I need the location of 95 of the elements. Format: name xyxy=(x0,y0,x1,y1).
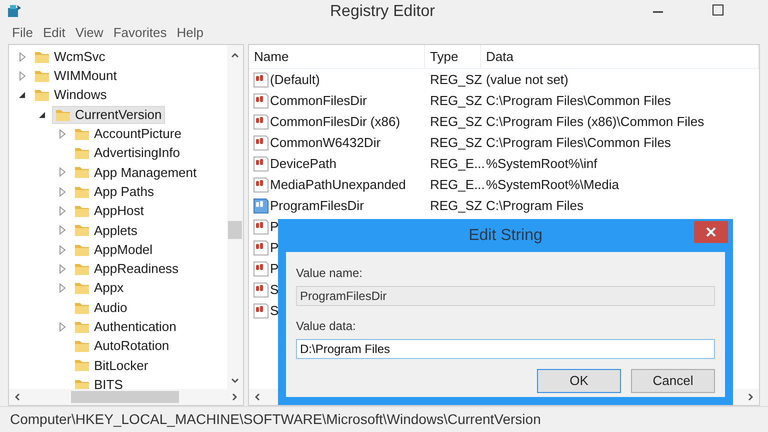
tree-item[interactable]: App Management xyxy=(72,163,199,182)
field-label: Value data: xyxy=(296,318,357,335)
string-value-icon xyxy=(253,260,269,276)
folder-icon xyxy=(74,320,90,334)
menu-item[interactable]: Favorites xyxy=(113,23,167,43)
string-value-icon xyxy=(253,134,269,150)
table-cell-text: REG_SZ xyxy=(429,70,481,89)
tree-item[interactable]: AppHost xyxy=(72,202,146,220)
tree-item[interactable]: AdvertisingInfo xyxy=(72,144,182,162)
maximize-icon[interactable] xyxy=(712,4,724,16)
menu-item[interactable]: Edit xyxy=(42,23,66,43)
table-cell-text: P xyxy=(270,238,279,257)
table-cell-text: DevicePath xyxy=(270,154,336,173)
string-value-icon xyxy=(253,282,269,298)
tree-item[interactable]: Audio xyxy=(72,298,130,316)
folder-icon xyxy=(55,108,71,122)
folder-icon xyxy=(74,281,90,296)
dialog-button[interactable]: Cancel xyxy=(631,369,715,393)
folder-icon xyxy=(74,165,90,180)
folder-icon xyxy=(74,262,90,276)
tree-item[interactable]: Windows xyxy=(32,86,109,104)
tree-item[interactable]: App Paths xyxy=(72,182,156,201)
menu-item[interactable]: File xyxy=(12,23,33,43)
table-cell-text: CommonW6432Dir xyxy=(270,134,381,152)
table-cell-text: %SystemRoot%\inf xyxy=(485,154,598,173)
menu-item[interactable]: Help xyxy=(176,23,204,43)
close-icon xyxy=(706,227,716,237)
tree-item[interactable]: AppReadiness xyxy=(72,260,181,278)
folder-icon xyxy=(74,204,90,218)
tree-item[interactable]: AccountPicture xyxy=(72,124,184,143)
value-name-field[interactable]: ProgramFilesDir xyxy=(296,286,715,306)
table-cell-text: C:\Program Files (x86)\Common Files xyxy=(485,112,704,131)
string-value-icon xyxy=(253,72,269,88)
table-cell-text: (value not set) xyxy=(485,70,568,89)
table-cell-text: CommonFilesDir (x86) xyxy=(270,112,400,131)
dialog-title: Edit String xyxy=(468,226,542,246)
tree-item[interactable]: CurrentVersion xyxy=(52,106,165,124)
tree-item[interactable]: Applets xyxy=(72,221,140,240)
column-header[interactable]: Data xyxy=(481,45,759,68)
table-cell-text: REG_SZ xyxy=(429,134,481,152)
scroll-thumb[interactable] xyxy=(228,221,242,239)
column-header[interactable]: Type xyxy=(425,45,481,68)
string-value-icon xyxy=(253,176,269,192)
string-value-icon xyxy=(253,302,269,318)
folder-icon xyxy=(74,300,90,314)
table-cell-text: C:\Program Files xyxy=(485,196,584,215)
folder-icon xyxy=(74,146,90,160)
table-cell-text: C:\Program Files\Common Files xyxy=(485,92,671,110)
status-bar-path: Computer\HKEY_LOCAL_MACHINE\SOFTWARE\Microsoft\Windows\CurrentVersion xyxy=(10,410,541,429)
window-title: Registry Editor xyxy=(330,2,435,22)
column-header[interactable]: Name xyxy=(249,45,425,68)
registry-app-icon xyxy=(6,3,22,19)
folder-icon xyxy=(74,242,90,257)
table-cell-text: ProgramFilesDir xyxy=(270,196,364,215)
tree-item[interactable]: AppModel xyxy=(72,240,155,259)
field-label: Value name: xyxy=(296,265,364,282)
string-value-icon xyxy=(253,240,269,256)
tree-item[interactable]: Authentication xyxy=(72,318,178,336)
table-cell-text: CommonFilesDir xyxy=(270,92,367,110)
menu-item[interactable]: View xyxy=(75,23,104,43)
string-value-icon xyxy=(253,92,269,108)
table-cell-text: REG_SZ xyxy=(429,196,481,215)
string-value-icon xyxy=(253,114,269,130)
folder-icon xyxy=(74,184,90,199)
folder-icon xyxy=(74,339,90,354)
tree-item[interactable]: WIMMount xyxy=(32,66,119,85)
tree-item[interactable]: WcmSvc xyxy=(32,48,108,66)
table-cell-text: S xyxy=(270,302,279,320)
table-cell-text: P xyxy=(270,260,279,278)
table-cell-text: C:\Program Files\Common Files xyxy=(485,134,671,152)
table-cell-text: REG_SZ xyxy=(429,112,481,131)
close-button[interactable] xyxy=(694,221,728,243)
tree-item[interactable]: BitLocker xyxy=(72,356,150,374)
table-cell-text: %SystemRoot%\Media xyxy=(485,176,619,194)
scroll-thumb[interactable] xyxy=(71,391,179,403)
folder-icon xyxy=(34,88,50,102)
string-value-icon xyxy=(253,198,269,214)
table-cell-text: MediaPathUnexpanded xyxy=(270,176,406,194)
folder-icon xyxy=(74,223,90,238)
horizontal-scrollbar[interactable] xyxy=(9,389,243,405)
dialog-button[interactable]: OK xyxy=(537,369,621,393)
table-cell-text: P xyxy=(270,218,279,236)
table-cell-text: (Default) xyxy=(270,70,320,89)
vertical-scrollbar[interactable] xyxy=(227,45,243,389)
value-data-field[interactable]: D:\Program Files xyxy=(296,339,715,359)
tree-item[interactable]: Appx xyxy=(72,279,126,298)
folder-icon xyxy=(34,50,50,64)
tree-item[interactable]: AutoRotation xyxy=(72,337,172,356)
folder-icon xyxy=(34,68,50,83)
string-value-icon xyxy=(253,156,269,172)
table-cell-text: REG_SZ xyxy=(429,92,481,110)
string-value-icon xyxy=(253,218,269,234)
folder-icon xyxy=(74,358,90,372)
folder-icon xyxy=(74,126,90,141)
table-cell-text: S xyxy=(270,280,279,299)
